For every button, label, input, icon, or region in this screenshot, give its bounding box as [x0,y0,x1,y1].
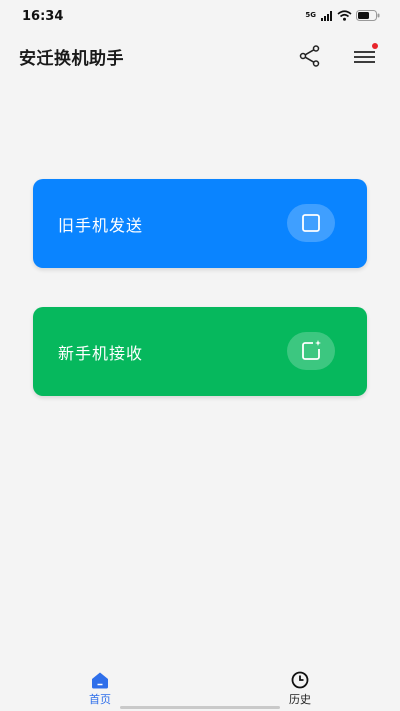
nav-label-history: 历史 [289,693,311,706]
status-time: 16:34 [22,9,64,24]
signal-icon [321,10,332,21]
share-button[interactable] [298,44,322,68]
nav-label-home: 首页 [89,693,111,706]
status-icons: 5G [305,10,380,21]
app-header: 安迁换机助手 [0,34,400,78]
status-bar: 16:34 5G [0,0,400,34]
old-phone-send-label: 旧手机发送 [58,216,144,235]
gesture-bar[interactable] [120,706,280,709]
network-type-label: 5G [305,11,316,19]
new-phone-receive-button[interactable]: 新手机接收 [33,307,367,396]
bottom-nav: 首页 历史 [0,661,400,711]
home-icon [92,672,108,689]
battery-icon [356,10,380,21]
notification-dot [372,43,378,49]
menu-button[interactable] [351,43,379,69]
wifi-icon [337,10,352,21]
app-title: 安迁换机助手 [19,49,124,69]
old-phone-icon [287,204,335,242]
new-phone-icon [287,332,335,370]
clock-icon [291,671,309,689]
nav-item-home[interactable]: 首页 [70,671,130,707]
new-phone-receive-label: 新手机接收 [58,344,144,363]
share-icon [299,45,320,67]
old-phone-send-button[interactable]: 旧手机发送 [33,179,367,268]
nav-item-history[interactable]: 历史 [270,671,330,707]
